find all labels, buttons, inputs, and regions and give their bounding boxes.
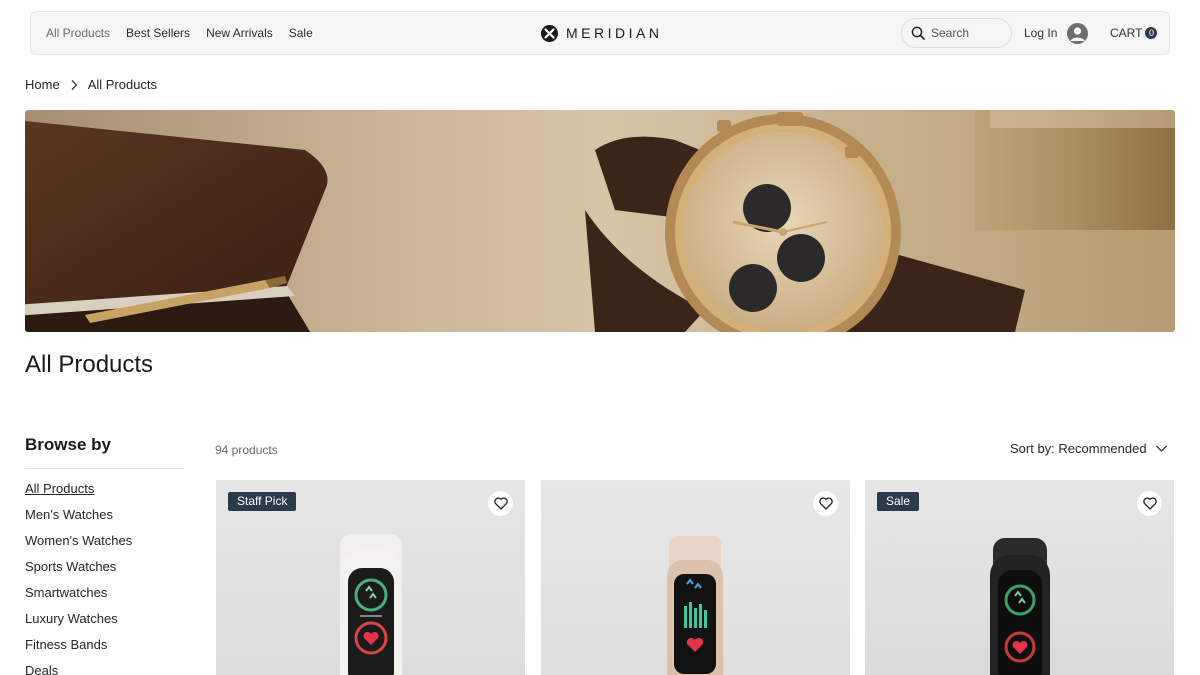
login-label: Log In [1024,26,1058,40]
search-icon [911,26,925,40]
wishlist-button[interactable] [1137,491,1162,516]
nav-best-sellers[interactable]: Best Sellers [126,26,190,40]
browse-by-title: Browse by [25,435,111,454]
cart-count-badge: 0 [1145,27,1158,39]
brand-name: MERIDIAN [566,25,663,41]
main-nav: All Products Best Sellers New Arrivals S… [46,12,313,54]
product-badge: Staff Pick [228,492,297,511]
hero-banner [25,110,1175,332]
sort-label: Sort by: Recommended [1010,441,1147,456]
category-smartwatches[interactable]: Smartwatches [25,584,132,610]
nav-sale[interactable]: Sale [289,26,313,40]
login-link[interactable]: Log In [1024,12,1089,54]
page-title: All Products [25,351,154,378]
chevron-down-icon [1155,445,1167,452]
product-card[interactable]: Staff Pick [216,480,525,675]
sort-dropdown[interactable]: Sort by: Recommended [1010,441,1168,456]
product-image [667,536,723,675]
hero-image [25,110,1175,332]
cart-label: CART [1110,26,1143,40]
breadcrumb-home[interactable]: Home [25,77,60,92]
category-sports-watches[interactable]: Sports Watches [25,558,132,584]
breadcrumb: Home All Products [25,77,157,92]
brand-logo[interactable]: MERIDIAN [541,12,662,54]
product-card[interactable] [541,480,850,675]
search-input[interactable] [931,26,1001,40]
x-logo-icon [541,24,558,42]
user-avatar-icon[interactable] [1067,22,1089,44]
category-fitness-bands[interactable]: Fitness Bands [25,636,132,662]
heart-outline-icon [818,497,833,510]
heart-outline-icon [493,497,508,510]
search-box[interactable] [901,18,1012,48]
wishlist-button[interactable] [488,491,513,516]
heart-outline-icon [1142,497,1157,510]
breadcrumb-current: All Products [87,77,158,92]
product-card[interactable]: Sale [865,480,1174,675]
category-womens-watches[interactable]: Women's Watches [25,532,132,558]
sidebar-divider [25,468,184,469]
category-list: All Products Men's Watches Women's Watch… [25,480,132,675]
category-all-products[interactable]: All Products [25,480,132,506]
category-deals[interactable]: Deals [25,662,132,675]
wishlist-button[interactable] [813,491,838,516]
site-header: All Products Best Sellers New Arrivals S… [30,11,1170,55]
cart-button[interactable]: CART 0 [1110,12,1158,54]
product-badge: Sale [877,492,920,511]
nav-all-products[interactable]: All Products [46,26,110,40]
category-luxury-watches[interactable]: Luxury Watches [25,610,132,636]
category-mens-watches[interactable]: Men's Watches [25,506,132,532]
product-count: 94 products [215,443,278,457]
chevron-right-icon [71,79,78,90]
nav-new-arrivals[interactable]: New Arrivals [206,26,273,40]
